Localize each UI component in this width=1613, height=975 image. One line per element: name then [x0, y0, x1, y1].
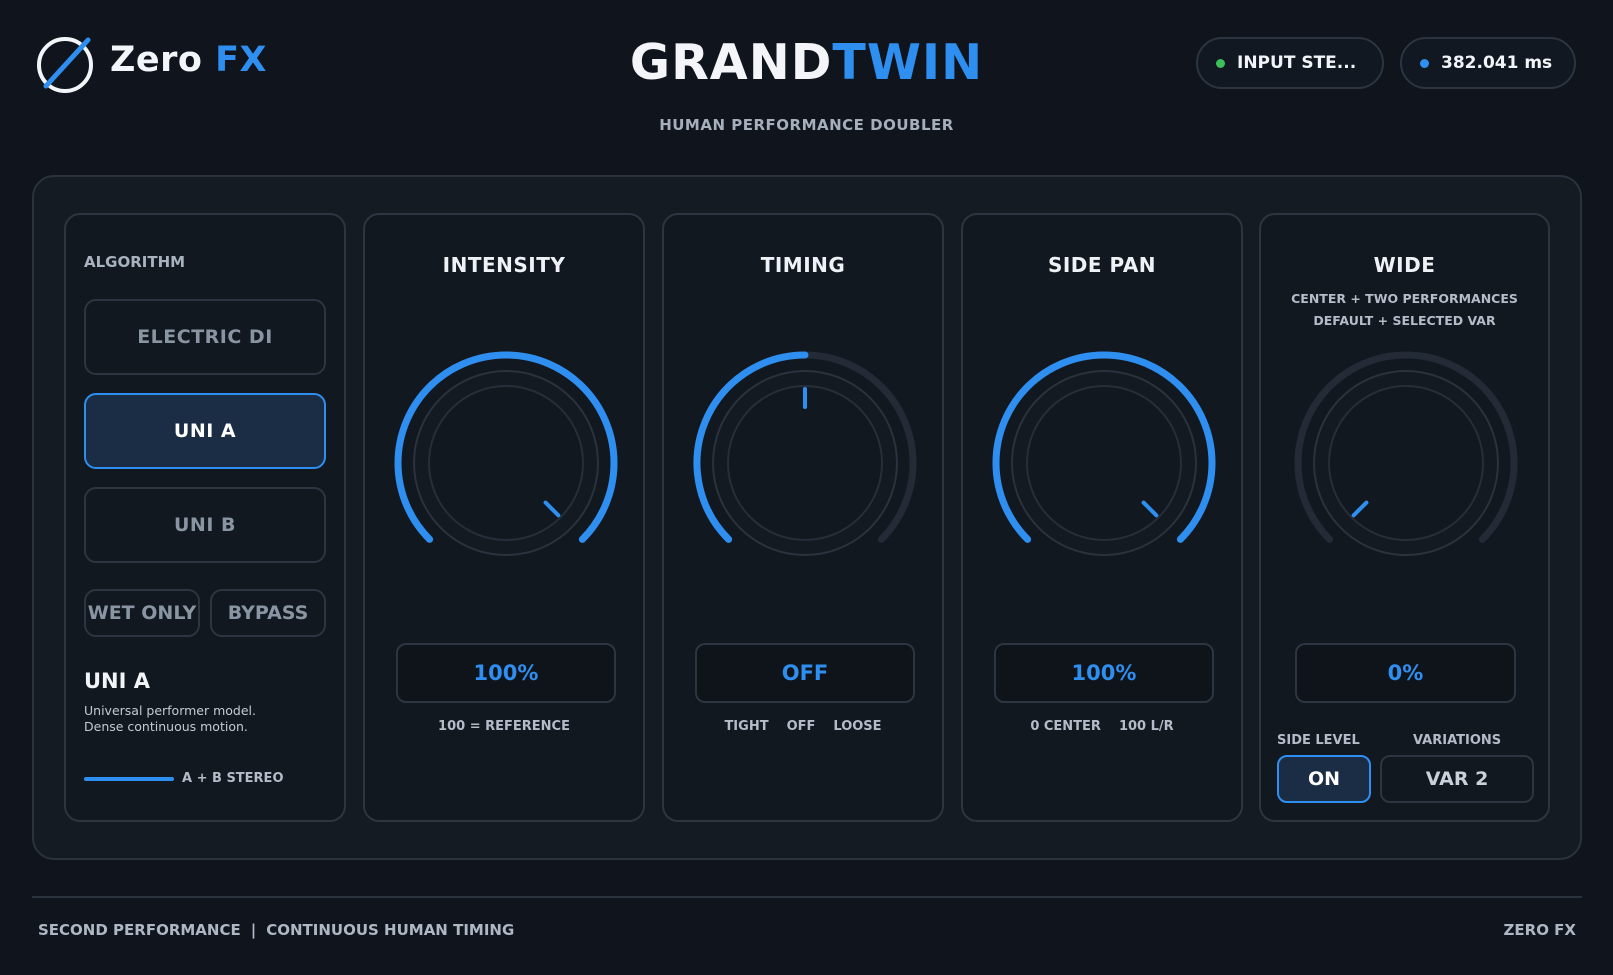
side-pan-value[interactable]: 100%: [994, 643, 1214, 703]
intensity-knob[interactable]: [390, 347, 622, 579]
footer-brand: ZERO FX: [1503, 921, 1576, 939]
side-pan-panel: SIDE PAN 100% 0 CENTER 100 L/R: [961, 213, 1243, 822]
timing-caption-off: OFF: [786, 719, 816, 734]
side-pan-caption-lr: 100 L/R: [1118, 719, 1174, 734]
title-part1: GRAND: [629, 34, 833, 91]
algorithm-option-electric-di[interactable]: ELECTRIC DI: [84, 299, 326, 375]
algorithm-option-uni-b[interactable]: UNI B: [84, 487, 326, 563]
knob-body: [1328, 385, 1484, 541]
stereo-label: A + B STEREO: [182, 771, 284, 786]
knob-body: [428, 385, 584, 541]
intensity-caption: 100 = REFERENCE: [438, 719, 570, 734]
timing-panel: TIMING OFF TIGHT OFF LOOSE: [662, 213, 944, 822]
side-pan-knob[interactable]: [988, 347, 1220, 579]
timing-knob[interactable]: [689, 347, 921, 579]
side-pan-caption: 0 CENTER 100 L/R: [963, 719, 1241, 734]
timing-caption-tight: TIGHT: [724, 719, 769, 734]
status-dot-icon: [1216, 58, 1225, 68]
latency-value: 382.041 ms: [1441, 53, 1553, 73]
wide-subtitle-line2: DEFAULT + SELECTED VAR: [1313, 313, 1496, 328]
footer-divider: [32, 896, 1582, 898]
side-level-label: SIDE LEVEL: [1277, 733, 1360, 748]
footer-tagline-part1: SECOND PERFORMANCE: [38, 921, 241, 939]
footer-tagline: SECOND PERFORMANCE | CONTINUOUS HUMAN TIMI…: [38, 921, 514, 939]
wide-title: WIDE: [1373, 253, 1436, 277]
variations-select[interactable]: VAR 2: [1380, 755, 1534, 803]
variations-label: VARIATIONS: [1413, 733, 1502, 748]
wet-only-button[interactable]: WET ONLY: [84, 589, 200, 637]
title-part2: TWIN: [832, 34, 984, 91]
footer-separator: |: [250, 921, 257, 939]
side-pan-caption-center: 0 CENTER: [1030, 719, 1101, 734]
side-pan-title: SIDE PAN: [1047, 253, 1157, 277]
wide-panel: WIDE CENTER + TWO PERFORMANCES DEFAULT +…: [1259, 213, 1550, 822]
knob-body: [1026, 385, 1182, 541]
algorithm-description-line2: Dense continuous motion.: [84, 719, 248, 734]
timing-caption: TIGHT OFF LOOSE: [664, 719, 942, 734]
intensity-value[interactable]: 100%: [396, 643, 616, 703]
wide-subtitle-line1: CENTER + TWO PERFORMANCES: [1291, 291, 1518, 306]
input-status-pill[interactable]: INPUT STE...: [1196, 37, 1384, 89]
algorithm-panel: ALGORITHM ELECTRIC DI UNI A UNI B WET ON…: [64, 213, 346, 822]
plugin-subtitle: HUMAN PERFORMANCE DOUBLER: [659, 116, 954, 134]
latency-pill: 382.041 ms: [1400, 37, 1576, 89]
algorithm-description-line1: Universal performer model.: [84, 703, 256, 718]
timing-title: TIMING: [760, 253, 846, 277]
timing-caption-loose: LOOSE: [833, 719, 882, 734]
intensity-panel: INTENSITY 100% 100 = REFERENCE: [363, 213, 645, 822]
latency-dot-icon: [1420, 58, 1429, 68]
wide-knob[interactable]: [1290, 347, 1522, 579]
stereo-indicator: [84, 777, 174, 781]
wide-value[interactable]: 0%: [1295, 643, 1516, 703]
intensity-title: INTENSITY: [442, 253, 566, 277]
selected-algorithm-name: UNI A: [84, 669, 151, 693]
bypass-button[interactable]: BYPASS: [210, 589, 326, 637]
timing-value[interactable]: OFF: [695, 643, 915, 703]
knob-body: [727, 385, 883, 541]
algorithm-label: ALGORITHM: [84, 253, 186, 271]
side-level-toggle[interactable]: ON: [1277, 755, 1371, 803]
footer-tagline-part2: CONTINUOUS HUMAN TIMING: [266, 921, 515, 939]
input-status-label: INPUT STE...: [1237, 53, 1357, 73]
algorithm-option-uni-a[interactable]: UNI A: [84, 393, 326, 469]
